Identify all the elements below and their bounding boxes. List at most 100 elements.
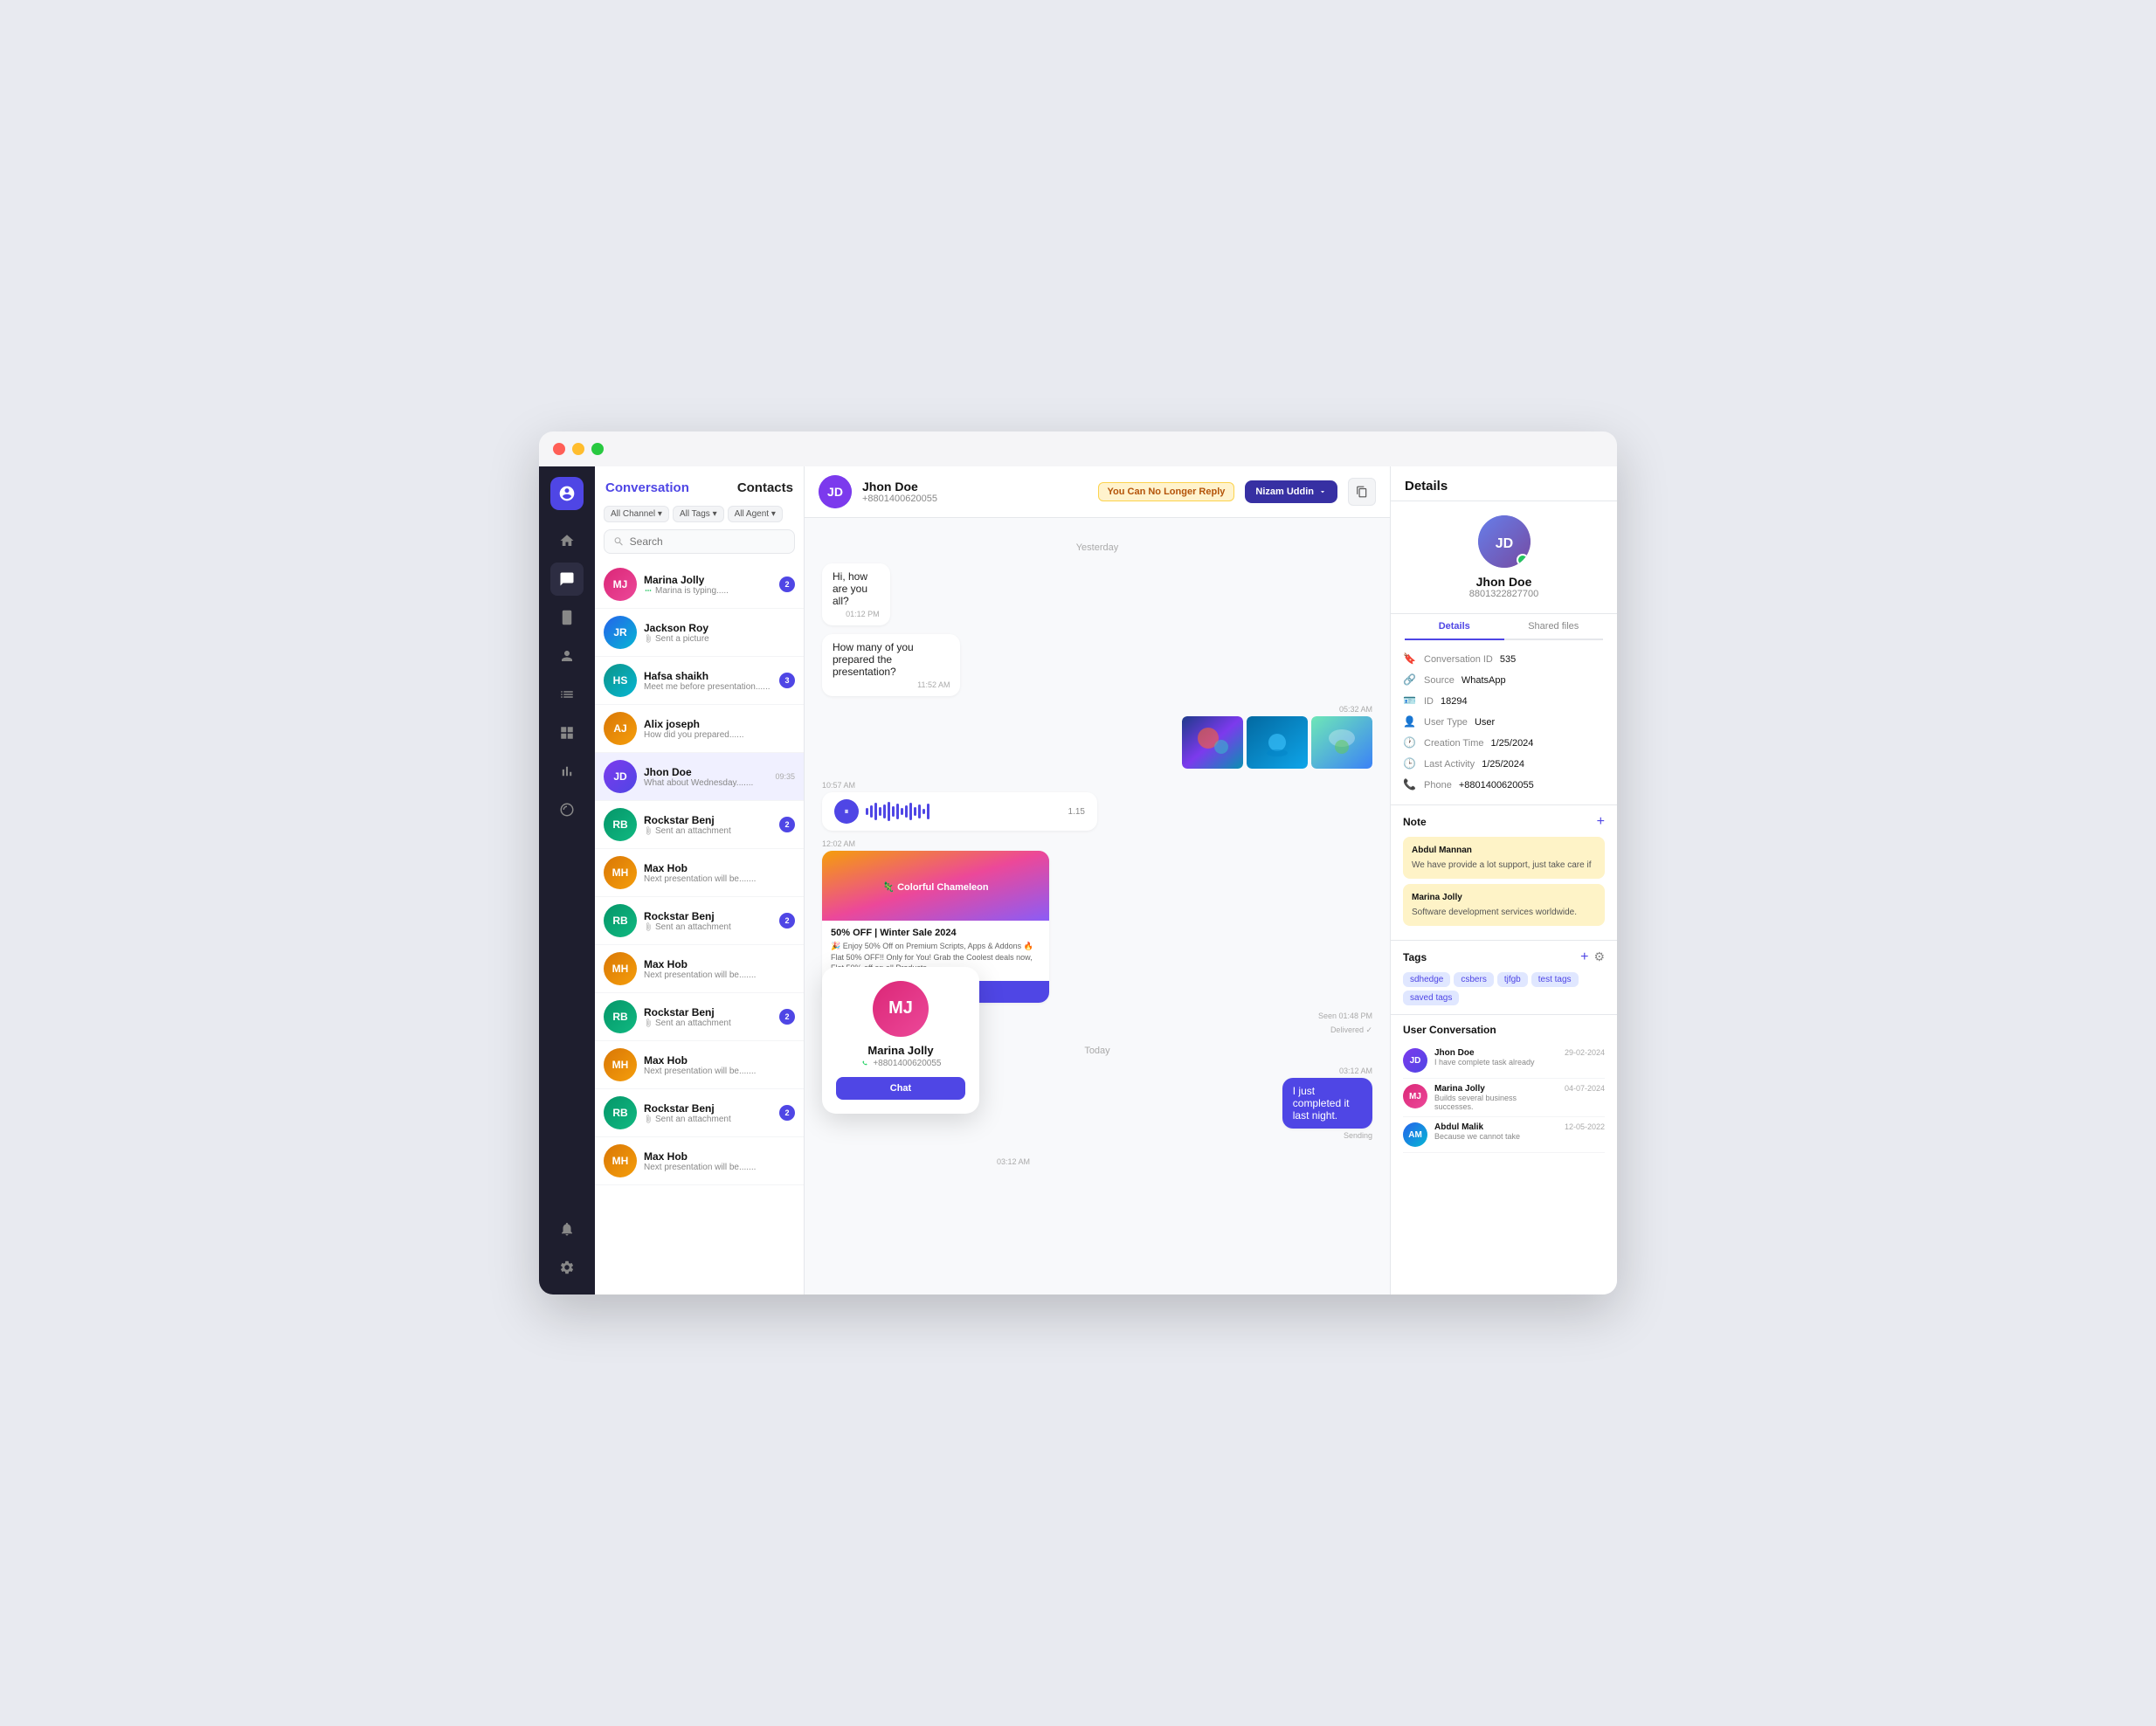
- last-activity-icon: 🕒: [1403, 757, 1417, 771]
- nav-sidebar: [539, 466, 595, 1294]
- nav-automation-icon[interactable]: [550, 793, 584, 826]
- conv-panel-header: Conversation Contacts: [595, 466, 804, 502]
- conv-meta: 09:35: [775, 772, 795, 781]
- conv-id-value: 535: [1500, 654, 1516, 665]
- conv-item[interactable]: MJ Marina Jolly Marina is typing..... 2: [595, 561, 804, 609]
- details-profile-phone: 8801322827700: [1469, 589, 1539, 599]
- app-logo[interactable]: [550, 477, 584, 510]
- user-conv-list: JD Jhon Doe I have complete task already…: [1403, 1043, 1605, 1153]
- tag-chip[interactable]: sdhedge: [1403, 972, 1450, 987]
- unread-badge: 3: [779, 673, 795, 688]
- conv-item[interactable]: JR Jackson Roy Sent a picture: [595, 609, 804, 657]
- add-note-button[interactable]: +: [1597, 814, 1605, 830]
- tag-chip[interactable]: saved tags: [1403, 991, 1459, 1005]
- conv-panel-title: Conversation: [605, 480, 689, 495]
- conv-item[interactable]: MH Max Hob Next presentation will be....…: [595, 849, 804, 897]
- tag-chip[interactable]: test tags: [1531, 972, 1579, 987]
- nav-contacts-icon[interactable]: [550, 639, 584, 673]
- conv-item[interactable]: RB Rockstar Benj Sent an attachment 2: [595, 1089, 804, 1137]
- assign-label: Nizam Uddin: [1255, 487, 1314, 497]
- conv-item[interactable]: RB Rockstar Benj Sent an attachment 2: [595, 897, 804, 945]
- tab-shared-files[interactable]: Shared files: [1504, 614, 1604, 640]
- conv-item[interactable]: HS Hafsa shaikh Meet me before presentat…: [595, 657, 804, 705]
- msg-text-1: Hi, how are you all?: [833, 570, 867, 607]
- promo-title: 50% OFF | Winter Sale 2024: [831, 928, 1040, 938]
- conv-item[interactable]: RB Rockstar Benj Sent an attachment 2: [595, 801, 804, 849]
- chat-messages: Yesterday Hi, how are you all? 01:12 PM: [805, 518, 1390, 1294]
- message-4-audio: 10:57 AM ⏸: [822, 781, 1372, 831]
- conv-info: Max Hob Next presentation will be.......: [644, 958, 788, 980]
- details-panel-title: Details: [1391, 466, 1617, 501]
- add-tag-button[interactable]: +: [1580, 949, 1588, 965]
- id-icon: 🪪: [1403, 694, 1417, 708]
- tab-details[interactable]: Details: [1405, 614, 1504, 640]
- sending-text: Sending: [1344, 1131, 1372, 1140]
- note-author-1: Abdul Mannan: [1412, 844, 1596, 857]
- msg-time-4: 10:57 AM: [822, 781, 1372, 790]
- close-dot[interactable]: [553, 443, 565, 455]
- conv-name: Rockstar Benj: [644, 1006, 772, 1018]
- contact-popup-chat-btn[interactable]: Chat: [836, 1077, 965, 1100]
- message-2: How many of you prepared the presentatio…: [822, 634, 1372, 696]
- user-conv-item[interactable]: MJ Marina Jolly Builds several business …: [1403, 1079, 1605, 1117]
- conv-info: Jhon Doe What about Wednesday.......: [644, 766, 768, 788]
- user-conv-item[interactable]: AM Abdul Malik Because we cannot take 12…: [1403, 1117, 1605, 1153]
- minimize-dot[interactable]: [572, 443, 584, 455]
- filter-agent[interactable]: All Agent ▾: [728, 506, 783, 522]
- nav-settings-icon[interactable]: [550, 1251, 584, 1284]
- copy-icon-button[interactable]: [1348, 478, 1376, 506]
- conv-avatar: RB: [604, 808, 637, 841]
- source-icon: 🔗: [1403, 673, 1417, 687]
- audio-play-btn[interactable]: ⏸: [834, 799, 859, 824]
- conv-item[interactable]: MH Max Hob Next presentation will be....…: [595, 1041, 804, 1089]
- phone-icon: 📞: [1403, 778, 1417, 792]
- search-input[interactable]: [630, 535, 785, 548]
- nav-chat-icon[interactable]: [550, 563, 584, 596]
- assign-button[interactable]: Nizam Uddin: [1245, 480, 1337, 503]
- nav-grid-icon[interactable]: [550, 716, 584, 749]
- contacts-label[interactable]: Contacts: [737, 480, 793, 495]
- filter-channel[interactable]: All Channel ▾: [604, 506, 669, 522]
- conv-item[interactable]: RB Rockstar Benj Sent an attachment 2: [595, 993, 804, 1041]
- msg-time-7: 03:12 AM: [997, 1157, 1372, 1166]
- date-divider-yesterday: Yesterday: [822, 542, 1372, 553]
- nav-notifications-icon[interactable]: [550, 1212, 584, 1246]
- conv-name: Max Hob: [644, 1150, 788, 1163]
- contact-popup-name: Marina Jolly: [836, 1044, 965, 1057]
- svg-text:JD: JD: [827, 485, 843, 499]
- wave-bar: [918, 804, 921, 818]
- wave-bar: [905, 805, 908, 818]
- filter-tags[interactable]: All Tags ▾: [673, 506, 724, 522]
- conv-name: Jhon Doe: [644, 766, 768, 778]
- user-conv-msg: Builds several business successes.: [1434, 1094, 1558, 1111]
- conv-item[interactable]: MH Max Hob Next presentation will be....…: [595, 945, 804, 993]
- conv-avatar: AJ: [604, 712, 637, 745]
- phone-value: +8801400620055: [1459, 780, 1534, 791]
- search-bar: [604, 529, 795, 554]
- nav-phone-icon[interactable]: [550, 601, 584, 634]
- settings-tag-icon[interactable]: ⚙: [1593, 949, 1605, 965]
- user-conv-name: Marina Jolly: [1434, 1084, 1558, 1094]
- details-profile-name: Jhon Doe: [1476, 575, 1532, 589]
- id-label: ID: [1424, 696, 1434, 707]
- conv-item[interactable]: MH Max Hob Next presentation will be....…: [595, 1137, 804, 1185]
- conv-item[interactable]: JD Jhon Doe What about Wednesday....... …: [595, 753, 804, 801]
- id-value: 18294: [1441, 696, 1468, 707]
- info-creation: 🕐 Creation Time 1/25/2024: [1403, 733, 1605, 754]
- tag-chip[interactable]: csbers: [1454, 972, 1493, 987]
- note-text-1: We have provide a lot support, just take…: [1412, 859, 1596, 872]
- wave-bar: [896, 804, 899, 819]
- user-type-icon: 👤: [1403, 715, 1417, 729]
- nav-reports-icon[interactable]: [550, 755, 584, 788]
- conv-item[interactable]: AJ Alix joseph How did you prepared.....…: [595, 705, 804, 753]
- nav-list-icon[interactable]: [550, 678, 584, 711]
- maximize-dot[interactable]: [591, 443, 604, 455]
- conv-meta: 2: [779, 817, 795, 832]
- tag-chip[interactable]: tjfgb: [1497, 972, 1528, 987]
- user-type-label: User Type: [1424, 717, 1468, 728]
- nav-home-icon[interactable]: [550, 524, 584, 557]
- user-conv-item[interactable]: JD Jhon Doe I have complete task already…: [1403, 1043, 1605, 1079]
- wave-bar: [879, 807, 881, 816]
- tags-section: Tags + ⚙ sdhedgecsberstjfgbtest tagssave…: [1391, 941, 1617, 1015]
- tags-list: sdhedge csbers tjfgbtest tags saved tags: [1403, 972, 1605, 1005]
